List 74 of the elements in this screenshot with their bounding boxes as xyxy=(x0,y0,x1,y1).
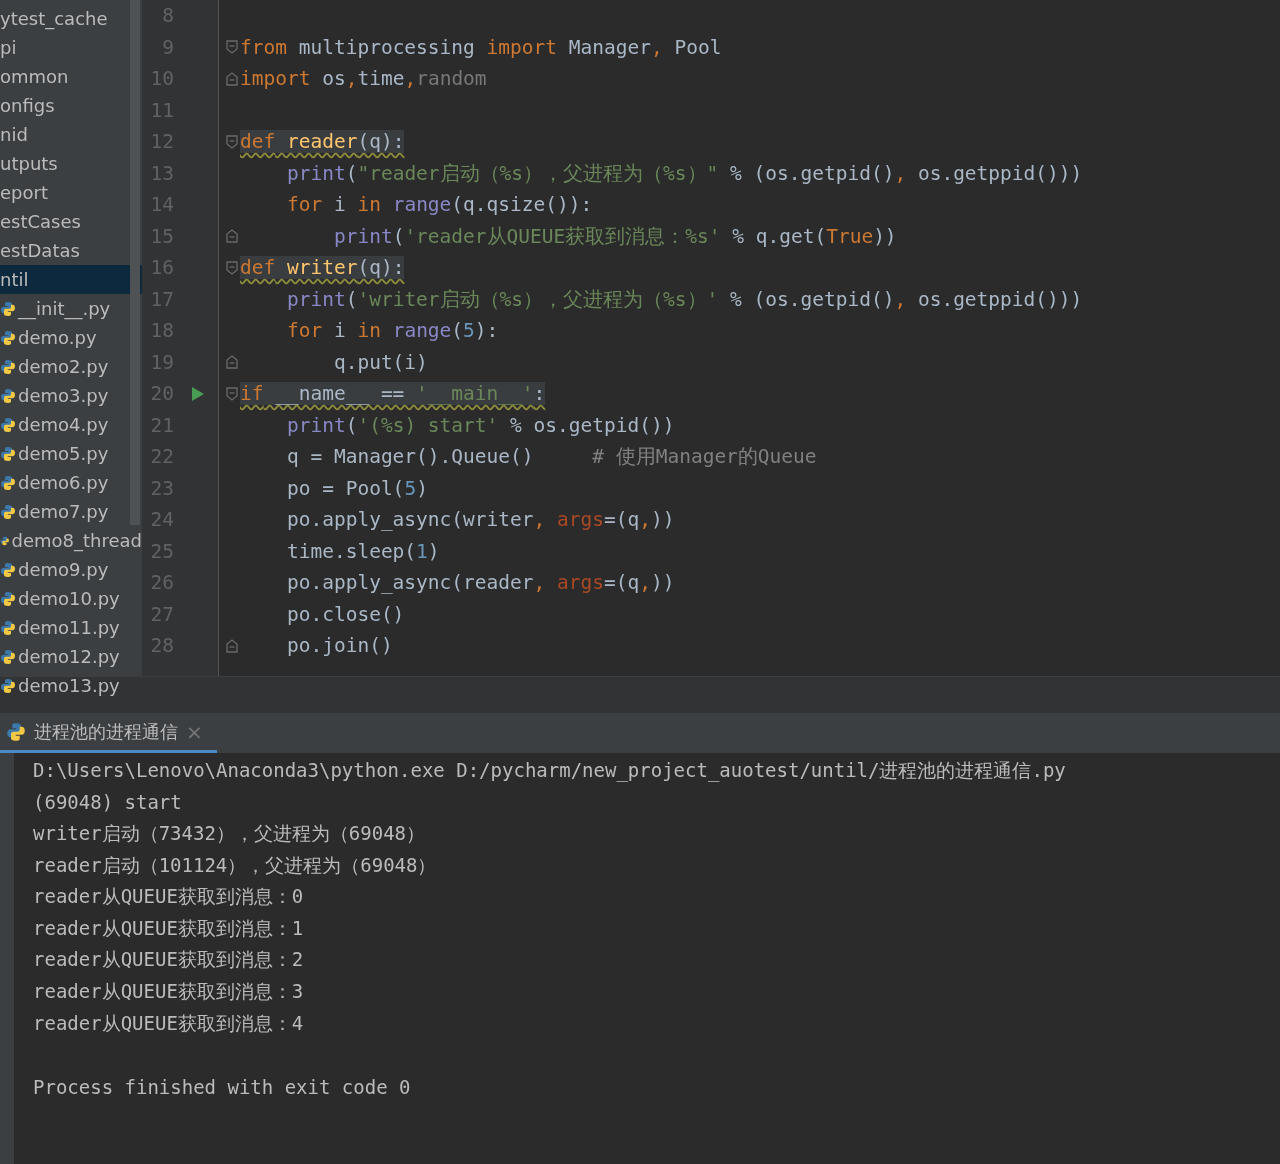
tree-item[interactable]: demo7.py xyxy=(0,497,142,526)
console-line: reader从QUEUE获取到消息：0 xyxy=(33,884,304,910)
python-file-icon xyxy=(0,416,16,433)
console-line: reader从QUEUE获取到消息：1 xyxy=(33,915,304,941)
console-line: writer启动（73432），父进程为（69048） xyxy=(33,821,426,846)
python-file-icon xyxy=(0,445,16,462)
fold-icon[interactable] xyxy=(226,40,238,55)
python-file-icon xyxy=(0,648,16,665)
code-line: po.join() xyxy=(285,634,393,658)
code-line: for i in range(5): xyxy=(285,319,499,343)
tree-item[interactable]: ytest_cache xyxy=(0,4,142,33)
fold-icon[interactable] xyxy=(226,355,238,370)
code-line: po.close() xyxy=(285,602,405,626)
python-file-icon xyxy=(0,677,16,694)
code-line: print('(%s) start' % os.getpid()) xyxy=(285,413,675,437)
code-line: q.put(i) xyxy=(332,350,428,374)
fold-icon[interactable] xyxy=(226,134,238,149)
python-file-icon xyxy=(0,503,16,520)
tree-item[interactable]: demo8_thread xyxy=(0,526,142,555)
python-file-icon xyxy=(0,474,16,491)
fold-icon[interactable] xyxy=(226,229,238,244)
tree-item[interactable]: eport xyxy=(0,178,142,207)
python-file-icon xyxy=(0,300,16,317)
tree-item[interactable]: demo9.py xyxy=(0,555,142,584)
code-line: q = Manager().Queue() # 使用Manager的Queue xyxy=(285,444,817,471)
tree-item[interactable]: demo11.py xyxy=(0,613,142,642)
python-file-icon xyxy=(0,358,16,375)
code-line: time.sleep(1) xyxy=(285,539,440,563)
scrollbar[interactable] xyxy=(130,0,140,525)
code-line: print('reader从QUEUE获取到消息：%s' % q.get(True)) xyxy=(332,223,897,250)
console-line: D:\Users\Lenovo\Anaconda3\python.exe D:/pycharm/new_project_auotest/until/进程池的进程通信.py xyxy=(33,757,1066,784)
console-line: (69048) start xyxy=(33,791,182,814)
python-file-icon xyxy=(0,387,16,404)
run-icon[interactable] xyxy=(192,386,204,401)
code-line: po.apply_async(reader, args=(q,)) xyxy=(285,571,675,595)
fold-icon[interactable] xyxy=(226,386,238,401)
code-line: print('writer启动（%s），父进程为（%s）' % (os.getpid(), os.getppid())) xyxy=(285,286,1083,313)
python-file-icon xyxy=(6,721,26,742)
tree-item[interactable]: ommon xyxy=(0,62,142,91)
code-line: from multiprocessing import Manager, Pool xyxy=(240,35,722,59)
tree-item[interactable]: pi xyxy=(0,33,142,62)
code-line: for i in range(q.qsize()): xyxy=(285,193,593,217)
python-file-icon xyxy=(0,561,16,578)
code-line: print("reader启动（%s），父进程为（%s）" % (os.getpid(), os.getppid())) xyxy=(285,160,1083,187)
tree-item[interactable]: demo.py xyxy=(0,323,142,352)
console-line: reader从QUEUE获取到消息：2 xyxy=(33,947,304,973)
fold-icon[interactable] xyxy=(226,71,238,86)
code-line: po = Pool(5) xyxy=(285,476,428,500)
python-file-icon xyxy=(0,329,16,346)
tree-item[interactable]: demo10.py xyxy=(0,584,142,613)
python-file-icon xyxy=(0,590,16,607)
tree-item[interactable]: onfigs xyxy=(0,91,142,120)
tree-item[interactable]: nid xyxy=(0,120,142,149)
tree-item[interactable]: estCases xyxy=(0,207,142,236)
tree-item[interactable]: estDatas xyxy=(0,236,142,265)
tree-item[interactable]: demo6.py xyxy=(0,468,142,497)
tree-item[interactable]: demo5.py xyxy=(0,439,142,468)
code-line: po.apply_async(writer, args=(q,)) xyxy=(285,508,675,532)
python-file-icon xyxy=(0,619,16,636)
console-line: reader从QUEUE获取到消息：3 xyxy=(33,978,304,1004)
tree-item[interactable]: __init__.py xyxy=(0,294,142,323)
tree-item[interactable]: ntil xyxy=(0,265,142,294)
console-line: reader从QUEUE获取到消息：4 xyxy=(33,1010,304,1036)
tree-item[interactable]: demo13.py xyxy=(0,671,142,700)
fold-icon[interactable] xyxy=(226,260,238,275)
tree-item[interactable]: demo12.py xyxy=(0,642,142,671)
console-line: reader启动（101124），父进程为（69048） xyxy=(33,852,437,878)
tree-item[interactable]: demo4.py xyxy=(0,410,142,439)
code-line: import os,time,random xyxy=(240,67,487,91)
tree-item[interactable]: utputs xyxy=(0,149,142,178)
fold-icon[interactable] xyxy=(226,638,238,653)
console-line: Process finished with exit code 0 xyxy=(33,1075,411,1098)
tree-item[interactable]: demo3.py xyxy=(0,381,142,410)
tree-item[interactable]: demo2.py xyxy=(0,352,142,381)
